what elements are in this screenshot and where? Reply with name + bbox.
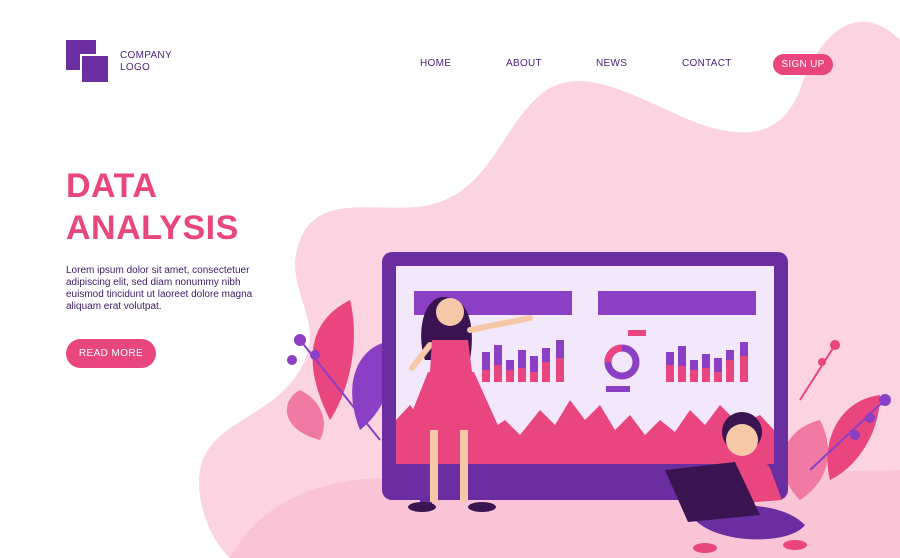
plant-icon (782, 340, 891, 500)
data-analysis-illustration (286, 252, 891, 553)
